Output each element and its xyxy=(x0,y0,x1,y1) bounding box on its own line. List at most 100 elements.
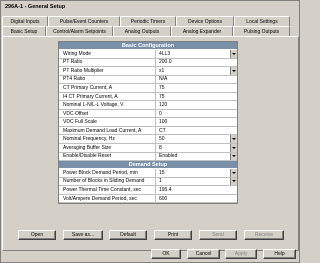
setting-row: Power Thermal Time Constant, sec 195.4 xyxy=(59,186,237,195)
setting-value: 15 xyxy=(159,169,165,176)
chevron-down-icon[interactable] xyxy=(230,50,237,58)
window-title: 296A-1 - General Setup xyxy=(5,3,66,10)
setting-label: Averaging Buffer Size xyxy=(59,144,156,152)
setting-select[interactable]: 4LL3 xyxy=(156,50,237,58)
setting-input[interactable]: 75 xyxy=(156,92,237,101)
setting-input[interactable]: 0 xyxy=(156,109,237,118)
setting-value: CT xyxy=(159,127,166,134)
setting-label: VDC Offset xyxy=(59,109,156,118)
setting-row: Number of Blocks in Sliding Demand 1 xyxy=(59,177,237,187)
receive-button[interactable]: Receive xyxy=(244,230,284,240)
setting-value: 75 xyxy=(159,93,165,100)
chevron-down-icon[interactable] xyxy=(230,177,237,186)
section-header-basic: Basic Configuration xyxy=(59,42,237,50)
setting-value: 75 xyxy=(159,84,165,91)
tab-digital-inputs[interactable]: Digital Inputs xyxy=(2,16,48,26)
setting-value: 600 xyxy=(159,195,168,202)
setting-value: 50 xyxy=(159,136,165,143)
setting-value: 8 xyxy=(159,144,162,151)
setting-select[interactable]: 15 xyxy=(156,169,237,177)
apply-button[interactable]: Apply xyxy=(225,249,257,259)
setting-value: 1 xyxy=(159,178,162,185)
setting-select[interactable]: Enabled xyxy=(156,152,237,161)
setting-select[interactable]: 8 xyxy=(156,144,237,152)
setting-row: PT Ratio Multiplier x1 xyxy=(59,67,237,76)
tab-periodic-timers[interactable]: Periodic Timers xyxy=(120,16,176,26)
setting-input[interactable]: 200.0 xyxy=(156,58,237,67)
setting-input[interactable]: 75 xyxy=(156,84,237,92)
setting-value: 4LL3 xyxy=(159,50,171,57)
setting-row: Volt/Ampere Demand Period, sec 600 xyxy=(59,194,237,204)
setting-label: Nominal Frequency, Hz xyxy=(59,135,156,144)
setting-input[interactable]: CT xyxy=(156,126,237,135)
setting-label: PT Ratio Multiplier xyxy=(59,67,156,75)
setting-select[interactable]: x1 xyxy=(156,67,237,75)
setting-row: VDC Offset 0 xyxy=(59,109,237,119)
setting-label: PT4 Ratio xyxy=(59,75,156,84)
section-header-demand: Demand Setup xyxy=(59,161,237,170)
setting-value: 200.0 xyxy=(159,59,172,66)
setting-row: Power Block Demand Period, min 15 xyxy=(59,169,237,178)
setting-row: I4 CT Primary Current, A 75 xyxy=(59,92,237,102)
chevron-down-icon[interactable] xyxy=(230,144,237,152)
settings-grid: Basic Configuration Wiring Mode 4LL3 PT Ra… xyxy=(58,41,238,205)
setting-row: CT Primary Current, A 75 xyxy=(59,84,237,93)
default-button[interactable]: Default xyxy=(109,230,147,240)
setting-label: Number of Blocks in Sliding Demand xyxy=(59,177,156,186)
setting-input[interactable]: 600 xyxy=(156,194,237,203)
tab-device-options[interactable]: Device Options xyxy=(176,16,234,26)
setting-row: Averaging Buffer Size 8 xyxy=(59,144,237,153)
setting-label: Enable/Disable Reset xyxy=(59,152,156,161)
chevron-down-icon[interactable] xyxy=(230,67,237,75)
setting-row: Nominal L-N/L-L Voltage, V 120 xyxy=(59,101,237,110)
tab-analog-expander[interactable]: Analog Expander xyxy=(171,26,233,36)
setting-label: Volt/Ampere Demand Period, sec xyxy=(59,194,156,203)
setting-label: Power Thermal Time Constant, sec xyxy=(59,186,156,194)
tab-analog-outputs[interactable]: Analog Outputs xyxy=(113,26,171,36)
setting-label: Power Block Demand Period, min xyxy=(59,169,156,177)
cancel-button[interactable]: Cancel xyxy=(187,249,220,259)
setting-row: Nominal Frequency, Hz 50 xyxy=(59,135,237,145)
send-button[interactable]: Send xyxy=(199,230,237,240)
chevron-down-icon[interactable] xyxy=(230,152,237,161)
setting-row: PT Ratio 200.0 xyxy=(59,58,237,68)
setting-value: 100 xyxy=(159,119,168,126)
setting-value: N/A xyxy=(159,76,168,83)
chevron-down-icon[interactable] xyxy=(230,169,237,177)
save-as-button[interactable]: Save as... xyxy=(63,230,103,240)
setting-row: Maximum Demand Load Current, A CT xyxy=(59,126,237,136)
setting-select[interactable]: 1 xyxy=(156,177,237,186)
setting-label: VDC Full Scale xyxy=(59,118,156,126)
setting-value: x1 xyxy=(159,67,165,74)
setting-row: PT4 Ratio N/A xyxy=(59,75,237,85)
help-button[interactable]: Help xyxy=(263,249,296,259)
tab-row-top: Digital Inputs Pulse/Event Counters Peri… xyxy=(2,16,290,26)
setting-input[interactable]: 120 xyxy=(156,101,237,109)
setting-label: Maximum Demand Load Current, A xyxy=(59,126,156,135)
tab-local-settings[interactable]: Local Settings xyxy=(234,16,290,26)
setting-label: PT Ratio xyxy=(59,58,156,67)
setting-label: CT Primary Current, A xyxy=(59,84,156,92)
print-button[interactable]: Print xyxy=(154,230,192,240)
setting-value: 0 xyxy=(159,110,162,117)
setting-select[interactable]: 50 xyxy=(156,135,237,144)
setting-input[interactable]: 100 xyxy=(156,118,237,126)
title-bar[interactable]: 296A-1 - General Setup xyxy=(2,2,298,11)
chevron-down-icon[interactable] xyxy=(230,135,237,144)
setting-value: 195.4 xyxy=(159,186,172,193)
general-setup-window: 296A-1 - General Setup Digital Inputs Pu… xyxy=(0,0,300,263)
setting-label: Wiring Mode xyxy=(59,50,156,58)
setting-row: VDC Full Scale 100 xyxy=(59,118,237,127)
tab-pulse-event-counters[interactable]: Pulse/Event Counters xyxy=(48,16,120,26)
setting-input[interactable]: 195.4 xyxy=(156,186,237,194)
setting-input[interactable]: N/A xyxy=(156,75,237,84)
tab-pulsing-outputs[interactable]: Pulsing Outputs xyxy=(233,26,290,36)
ok-button[interactable]: OK xyxy=(151,249,181,259)
setting-value: 120 xyxy=(159,102,168,109)
setting-row: Wiring Mode 4LL3 xyxy=(59,50,237,59)
tab-control-alarm-setpoints[interactable]: Control/Alarm Setpoints xyxy=(46,26,113,36)
setting-row: Enable/Disable Reset Enabled xyxy=(59,152,237,162)
setting-label: Nominal L-N/L-L Voltage, V xyxy=(59,101,156,109)
open-button[interactable]: Open xyxy=(18,230,56,240)
setting-value: Enabled xyxy=(159,153,178,160)
